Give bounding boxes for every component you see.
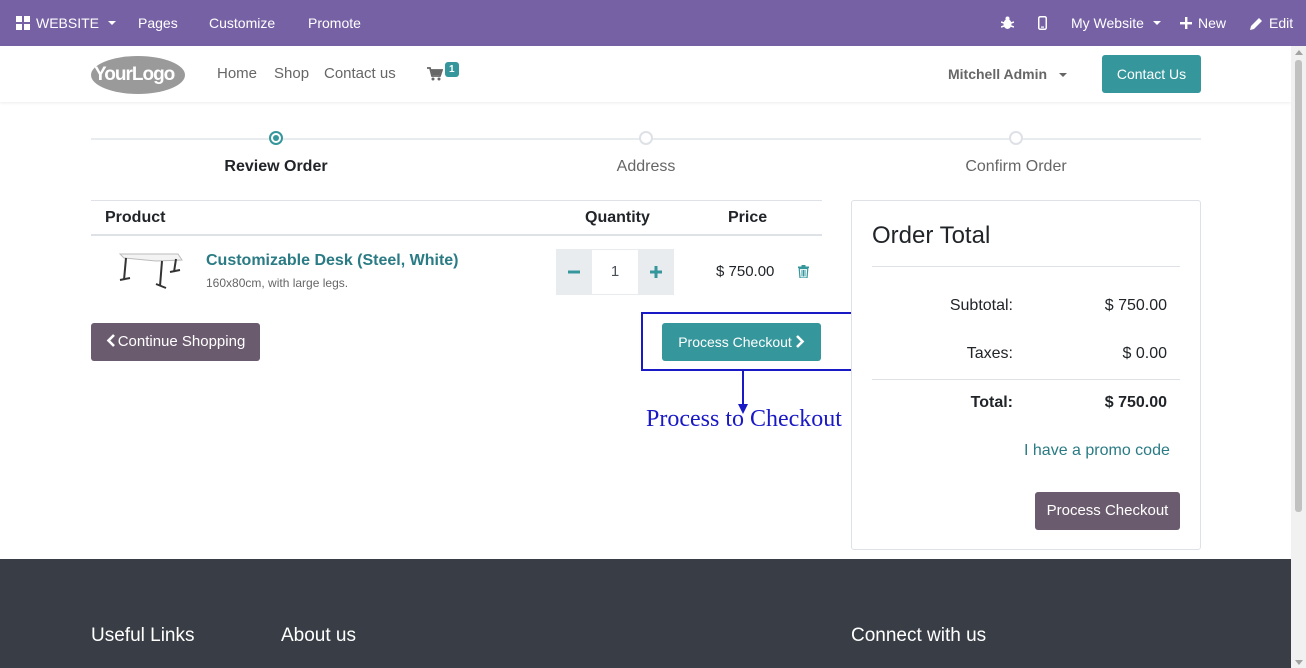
user-menu[interactable]: Mitchell Admin — [948, 46, 1067, 102]
quantity-input[interactable]: 1 — [592, 249, 638, 295]
minus-icon — [568, 270, 580, 274]
taxes-label: Taxes: — [966, 345, 1013, 362]
divider — [872, 379, 1180, 380]
quantity-stepper: 1 — [556, 249, 674, 295]
pencil-icon — [1250, 17, 1262, 30]
product-price: $ 750.00 — [716, 263, 775, 280]
customize-menu[interactable]: Customize — [209, 0, 275, 46]
logo-text: YourLogo — [94, 64, 175, 85]
cart-table-header: Product Quantity Price — [91, 200, 822, 236]
new-label: New — [1198, 15, 1227, 31]
subtotal-label: Subtotal: — [949, 297, 1013, 314]
chevron-down-icon — [1058, 73, 1067, 78]
wizard-step-review-order: Review Order — [224, 158, 328, 175]
site-footer — [0, 559, 1291, 668]
edit-button[interactable]: Edit — [1250, 0, 1293, 46]
wizard-step-dot-confirm — [1009, 131, 1023, 145]
mobile-preview-button[interactable] — [1038, 0, 1047, 46]
user-name: Mitchell Admin — [948, 66, 1048, 82]
continue-shopping-button[interactable]: Continue Shopping — [91, 323, 260, 361]
chevron-left-icon — [106, 334, 115, 347]
product-description: 160x80cm, with large legs. — [206, 276, 349, 290]
site-logo[interactable]: YourLogo — [90, 54, 186, 94]
annotation-highlight-box — [641, 312, 854, 371]
wizard-step-confirm-order: Confirm Order — [965, 158, 1067, 175]
subtotal-value: $ 750.00 — [1104, 297, 1167, 314]
my-website-menu[interactable]: My Website — [1071, 0, 1161, 46]
footer-heading-useful-links: Useful Links — [91, 625, 195, 646]
taxes-value: $ 0.00 — [1122, 345, 1167, 362]
pages-menu[interactable]: Pages — [138, 0, 178, 46]
promote-menu[interactable]: Promote — [308, 0, 361, 46]
cart-count-badge: 1 — [445, 62, 459, 77]
scrollbar-thumb[interactable] — [1295, 60, 1302, 512]
chevron-down-icon — [108, 21, 117, 25]
column-quantity: Quantity — [585, 209, 650, 226]
divider — [872, 266, 1180, 267]
wizard-step-dot-review — [269, 131, 283, 145]
cart-link[interactable] — [427, 67, 444, 86]
annotation-label: Process to Checkout — [646, 406, 842, 432]
footer-heading-connect: Connect with us — [851, 625, 987, 646]
total-value: $ 750.00 — [1104, 394, 1167, 411]
site-header: YourLogo Home Shop Contact us 1 Mitchell… — [0, 46, 1291, 102]
plus-icon — [650, 266, 662, 278]
product-name-link[interactable]: Customizable Desk (Steel, White) — [206, 252, 459, 270]
website-menu-label: WEBSITE — [36, 15, 100, 31]
contact-us-button[interactable]: Contact Us — [1102, 55, 1201, 93]
my-website-label: My Website — [1071, 15, 1144, 31]
edit-label: Edit — [1269, 15, 1294, 31]
decrease-quantity-button[interactable] — [556, 249, 592, 295]
mobile-icon — [1038, 16, 1047, 30]
apps-grid-icon — [16, 16, 30, 30]
chevron-down-icon — [1152, 21, 1161, 25]
website-menu[interactable]: WEBSITE — [16, 0, 117, 46]
wizard-step-dot-address — [639, 131, 653, 145]
column-price: Price — [728, 209, 768, 226]
product-image[interactable] — [116, 248, 186, 294]
wizard-step-address: Address — [616, 158, 676, 175]
order-total-title: Order Total — [872, 222, 991, 249]
nav-contact-us[interactable]: Contact us — [324, 46, 396, 102]
scroll-down-arrow-icon[interactable] — [1295, 660, 1303, 665]
continue-shopping-label: Continue Shopping — [117, 333, 246, 350]
total-label: Total: — [970, 394, 1013, 411]
increase-quantity-button[interactable] — [638, 249, 674, 295]
nav-home[interactable]: Home — [217, 46, 257, 102]
bug-icon — [1001, 16, 1014, 29]
nav-shop[interactable]: Shop — [274, 46, 309, 102]
column-product: Product — [105, 209, 166, 226]
editor-bar: WEBSITE Pages Customize Promote My Websi… — [0, 0, 1306, 46]
debug-button[interactable] — [1001, 0, 1014, 46]
shopping-cart-icon — [427, 67, 444, 81]
plus-icon — [1180, 17, 1192, 29]
new-button[interactable]: New — [1180, 0, 1226, 46]
annotation-arrow — [742, 371, 744, 407]
footer-heading-about-us: About us — [281, 625, 356, 646]
promo-code-link[interactable]: I have a promo code — [1024, 442, 1170, 460]
trash-icon[interactable] — [798, 265, 809, 278]
scroll-up-arrow-icon[interactable] — [1295, 50, 1303, 55]
process-checkout-button-secondary[interactable]: Process Checkout — [1035, 492, 1180, 530]
